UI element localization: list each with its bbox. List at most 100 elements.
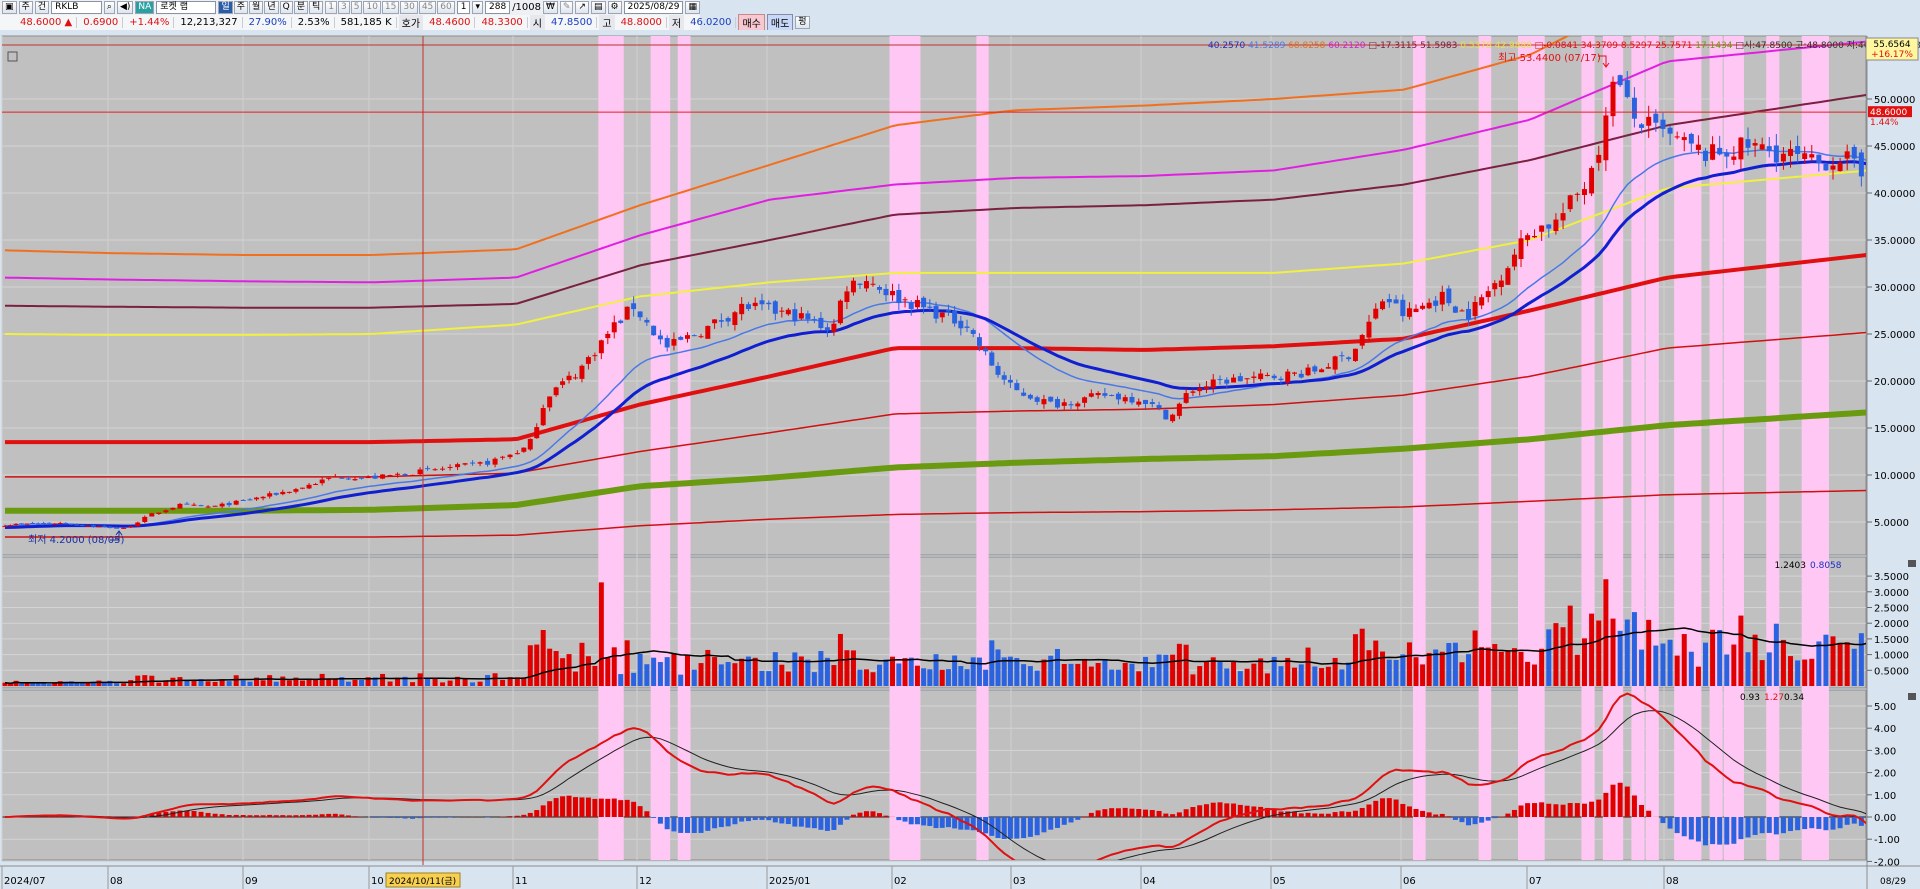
volume-bar [226,681,232,686]
macd-histogram-bar [198,811,204,817]
period-button[interactable]: 월 [249,1,264,14]
volume-bar [260,680,266,686]
candle-body [1102,393,1108,396]
window-icon[interactable]: ▣ [2,1,17,14]
candle-body [107,526,113,529]
candle-body [618,320,624,323]
macd-histogram-bar [299,815,305,817]
candle-body [514,453,520,455]
flat-button[interactable]: 펑 [795,16,810,29]
macd-histogram-bar [1567,803,1573,817]
candle-body [1386,299,1392,303]
candle-body [1617,75,1623,86]
volume-bar [1532,664,1538,686]
volume-bar [1332,657,1338,686]
macd-histogram-bar [1788,817,1794,832]
search-icon[interactable]: ⌕ [103,1,115,14]
volume-bar [1667,639,1673,686]
minute-button[interactable]: 30 [400,1,418,14]
minute-button[interactable]: 3 [338,1,350,14]
volume-bar [96,680,102,686]
name-field[interactable]: 로켓 랩 [156,1,217,14]
currency-icon[interactable]: ₩ [543,1,558,14]
period-button[interactable]: Q [279,1,293,14]
bar-count-input[interactable]: 288 [485,1,511,14]
candle-body [560,381,566,385]
volume-bar [1574,654,1580,686]
period-button[interactable]: 틱 [308,1,324,14]
count-input[interactable]: 1 [456,1,471,14]
candle-body [1170,414,1176,422]
macd-histogram-bar [1082,816,1088,817]
candle-body [135,522,141,527]
month-label: 05 [1273,876,1286,887]
volume-pane-menu-icon[interactable] [1908,560,1916,567]
candle-body [267,493,273,497]
candle-body [759,300,765,305]
volume-bar [1366,650,1372,686]
sell-button[interactable]: 매도 [766,14,794,31]
candle-body [1780,153,1786,162]
macd-histogram-bar [1298,813,1304,817]
volume-bar [1710,629,1716,686]
macd-histogram-bar [1176,812,1182,817]
candle-body [1553,219,1559,232]
candle-body [260,496,266,499]
candle-body [1291,372,1297,374]
minute-button[interactable]: 10 [363,1,381,14]
candle-body [1251,376,1257,378]
period-button[interactable]: 주 [233,1,249,14]
macd-histogram-bar [1688,817,1694,840]
candle-body [240,499,246,501]
minute-button[interactable]: 5 [350,1,363,14]
period-button[interactable]: 일 [218,1,233,14]
macd-histogram-bar [876,813,882,817]
macd-histogram-bar [326,813,332,817]
chevron-down-icon[interactable]: ▾ [472,1,483,14]
macd-histogram-bar [1816,817,1822,829]
speaker-icon[interactable]: ◀) [116,1,134,14]
period-button[interactable]: 분 [293,1,308,14]
macd-histogram-bar [1717,817,1723,845]
stock-chart[interactable]: 40.2570 41.5289 68.8258 60.2120 □-17.311… [0,30,1920,889]
macd-histogram-bar [850,814,856,817]
minute-button[interactable]: 1 [325,1,337,14]
minute-button[interactable]: 60 [437,1,455,14]
date-input[interactable]: 2025/08/29 [623,1,684,14]
minute-button[interactable]: 15 [381,1,400,14]
minute-buttons: 1 3 5 10 15 30 45 60 [325,1,455,14]
symbol-input[interactable]: RKLB [51,1,102,14]
minute-button[interactable]: 45 [418,1,437,14]
macd-histogram-bar [1466,817,1472,826]
candle-body [1075,403,1081,407]
volume-bar [585,656,591,686]
market-select[interactable]: 주 [18,1,33,14]
save-icon[interactable]: ▤ [591,1,606,14]
volume-bar [725,661,731,686]
macd-histogram-bar [352,816,358,817]
macd-histogram-bar [432,817,438,818]
volume-bar [1264,673,1270,686]
volume-bar [1560,627,1566,686]
volume-bar [1278,666,1284,686]
volume-bar [1075,663,1081,686]
macd-histogram-bar [1034,817,1040,836]
macd-histogram-bar [1492,817,1498,819]
period-button[interactable]: 년 [264,1,279,14]
candle-body [1224,379,1230,384]
volume-bar [664,657,670,686]
macd-histogram-bar [671,817,677,832]
volume-bar [1041,659,1047,686]
type-select[interactable]: 건 [34,1,50,14]
chart-add-icon[interactable]: ↗ [575,1,590,14]
macd-histogram-bar [280,815,286,817]
candle-body [1433,300,1439,306]
candle-body [286,491,292,493]
buy-button[interactable]: 매수 [738,14,765,31]
gear-icon[interactable]: ⚙ [607,1,622,14]
calendar-icon[interactable]: ▦ [685,1,700,14]
candle-body [739,303,745,315]
macd-pane-menu-icon[interactable] [1908,693,1916,700]
macd-histogram-bar [1539,802,1545,817]
tool-icon[interactable]: ✎ [559,1,574,14]
